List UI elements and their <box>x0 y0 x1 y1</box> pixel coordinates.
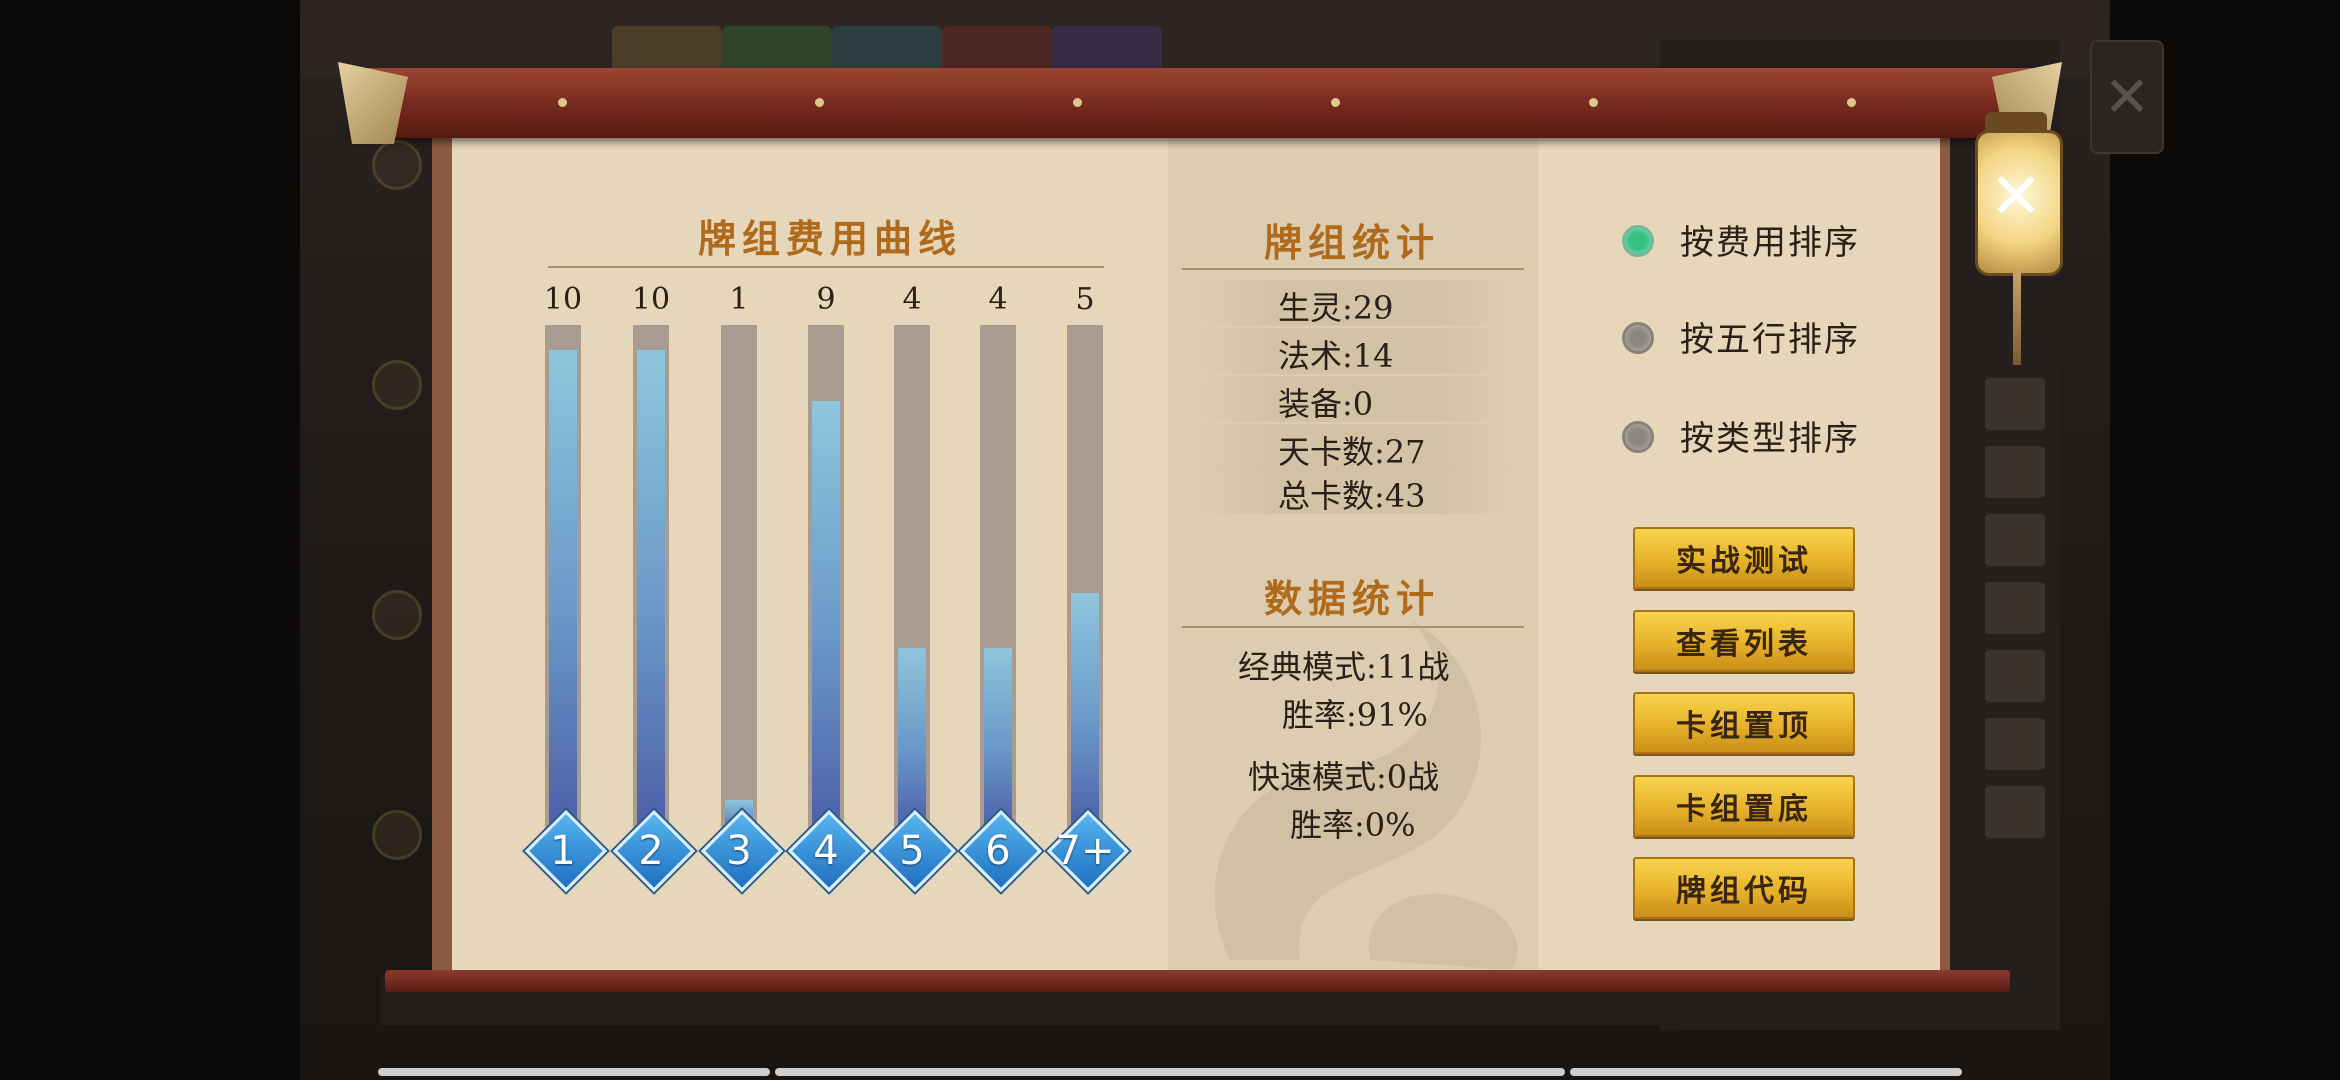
rod-rivet <box>1073 98 1082 107</box>
sort-by-type-label[interactable]: 按类型排序 <box>1680 411 1860 460</box>
bar-count-label: 9 <box>816 282 836 317</box>
background-card-count <box>1985 582 2045 634</box>
stat-creatures: 生灵:29 <box>1278 289 1394 327</box>
scroll-top-rod <box>350 68 2050 138</box>
background-cost-coin <box>372 810 422 860</box>
sort-by-cost-label[interactable]: 按费用排序 <box>1680 215 1860 264</box>
background-cost-coin <box>372 590 422 640</box>
background-card-count <box>1985 378 2045 430</box>
quick-mode-winrate: 胜率:0% <box>1290 806 1416 844</box>
background-close-button: ✕ <box>2090 40 2164 154</box>
bar-fill <box>812 400 840 830</box>
cost-curve-divider <box>548 266 1104 268</box>
rod-rivet <box>815 98 824 107</box>
cost-label: 5 <box>899 828 925 874</box>
stat-spells: 法术:14 <box>1278 337 1394 375</box>
deck-stats-title: 牌组统计 <box>1263 220 1440 265</box>
stat-equipment: 装备:0 <box>1278 385 1374 423</box>
quick-mode-battles: 快速模式:0战 <box>1248 758 1440 796</box>
cost-label: 4 <box>813 828 839 874</box>
bar-count-label: 5 <box>1075 282 1095 317</box>
bar-track <box>894 325 930 830</box>
background-card-count <box>1985 650 2045 702</box>
background-card-count <box>1985 786 2045 838</box>
rod-rivet <box>558 98 567 107</box>
rod-rivet <box>1589 98 1598 107</box>
pin-deck-top-button[interactable]: 卡组置顶 <box>1633 692 1855 754</box>
rod-rivet <box>1331 98 1340 107</box>
cost-curve-title: 牌组费用曲线 <box>697 216 962 261</box>
cost-label: 7+ <box>1055 828 1115 874</box>
practice-test-button[interactable]: 实战测试 <box>1633 527 1855 589</box>
bar-fill <box>549 350 577 830</box>
sort-by-cost-radio[interactable] <box>1622 225 1654 257</box>
background-cost-coin <box>372 140 422 190</box>
background-card-count <box>1985 514 2045 566</box>
close-icon[interactable]: ✕ <box>1980 160 2052 234</box>
bar-track <box>721 325 757 830</box>
cost-label: 6 <box>985 828 1011 874</box>
system-nav-bar-segment <box>378 1068 770 1076</box>
bar-track <box>545 325 581 830</box>
classic-mode-battles: 经典模式:11战 <box>1238 648 1450 686</box>
scroll-bottom-rod <box>385 970 2010 992</box>
bar-count-label: 4 <box>902 282 922 317</box>
bar-count-label: 1 <box>729 282 749 317</box>
background-right-margin <box>2110 0 2340 1080</box>
stat-heaven-cards: 天卡数:27 <box>1278 433 1426 471</box>
bar-count-label: 10 <box>631 282 671 317</box>
deck-code-button[interactable]: 牌组代码 <box>1633 857 1855 919</box>
stat-total-cards: 总卡数:43 <box>1278 477 1426 515</box>
lantern-tassel <box>2013 270 2021 365</box>
system-nav-bar-segment <box>775 1068 1565 1076</box>
sort-by-type-radio[interactable] <box>1622 421 1654 453</box>
bar-fill <box>984 648 1012 830</box>
rod-rivet <box>1847 98 1856 107</box>
cost-label: 2 <box>638 828 664 874</box>
bar-track <box>980 325 1016 830</box>
bar-fill <box>637 350 665 830</box>
background-cost-coin <box>372 360 422 410</box>
bar-track <box>1067 325 1103 830</box>
system-nav-bar-segment <box>1570 1068 1962 1076</box>
classic-mode-winrate: 胜率:91% <box>1282 696 1428 734</box>
background-card-count <box>1985 718 2045 770</box>
bar-fill <box>898 648 926 830</box>
background-card-count <box>1985 446 2045 498</box>
bar-track <box>808 325 844 830</box>
data-stats-title: 数据统计 <box>1263 576 1440 621</box>
deck-stats-divider <box>1182 268 1524 270</box>
background-left-margin <box>0 0 300 1080</box>
sort-by-element-label[interactable]: 按五行排序 <box>1680 312 1860 361</box>
data-stats-divider <box>1182 626 1524 628</box>
pin-deck-bottom-button[interactable]: 卡组置底 <box>1633 775 1855 837</box>
bar-count-label: 10 <box>543 282 583 317</box>
cost-label: 1 <box>550 828 576 874</box>
cost-label: 3 <box>726 828 752 874</box>
bar-fill <box>1071 592 1099 830</box>
view-list-button[interactable]: 查看列表 <box>1633 610 1855 672</box>
bar-count-label: 4 <box>988 282 1008 317</box>
sort-by-element-radio[interactable] <box>1622 322 1654 354</box>
bar-track <box>633 325 669 830</box>
